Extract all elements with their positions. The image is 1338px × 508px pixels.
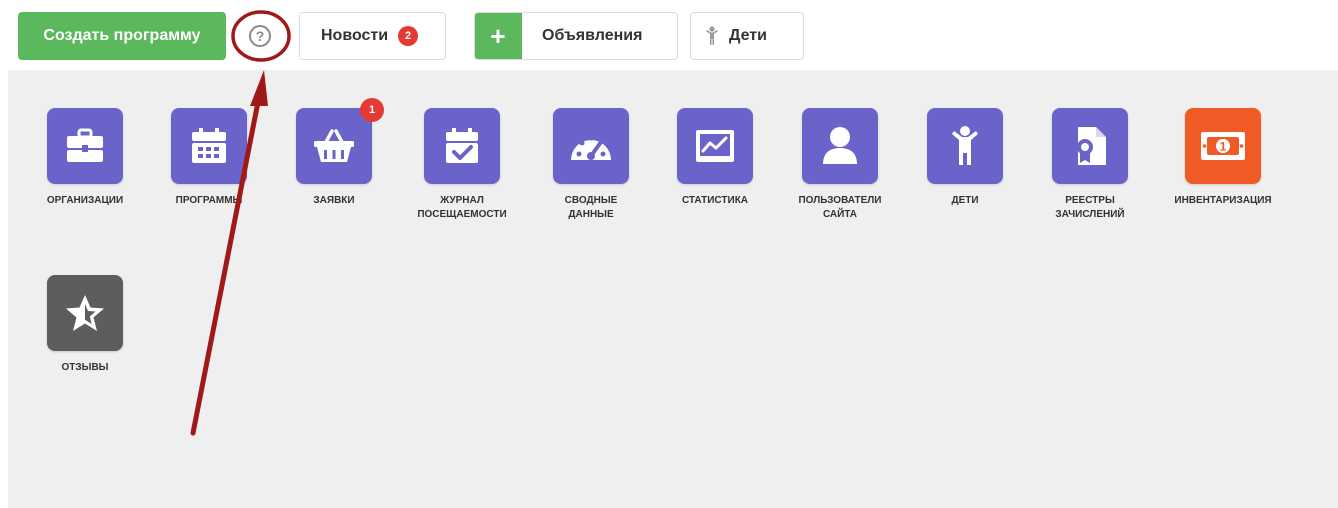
briefcase-icon xyxy=(67,128,103,162)
tile-label: Пользователи сайта xyxy=(798,195,882,220)
tile-applications[interactable]: 1 Заявки xyxy=(274,98,394,208)
create-program-button[interactable]: Создать программу xyxy=(18,12,226,60)
help-button[interactable]: ? xyxy=(234,12,286,60)
tile-site-users[interactable]: Пользователи сайта xyxy=(780,108,900,222)
gauge-icon xyxy=(571,135,611,160)
news-button[interactable]: Новости 2 xyxy=(299,12,446,60)
bill-digit: 1 xyxy=(1220,140,1227,154)
child-icon xyxy=(706,26,718,45)
tile-statistics[interactable]: Статистика xyxy=(655,108,775,208)
tile-label: Заявки xyxy=(313,195,355,206)
plus-icon[interactable]: + xyxy=(475,13,522,59)
tile-label: Инвентаризация xyxy=(1174,195,1272,206)
tile-label: Программы xyxy=(175,195,243,206)
ads-label: Объявления xyxy=(542,27,643,44)
question-icon: ? xyxy=(249,25,271,47)
certificate-icon xyxy=(1077,127,1106,165)
tile-attendance-journal[interactable]: Журнал посещаемости xyxy=(402,108,522,222)
tile-enrollment-registers[interactable]: Реестры зачислений xyxy=(1030,108,1150,222)
basket-icon xyxy=(314,129,354,162)
tile-organizations[interactable]: Организации xyxy=(25,108,145,208)
tile-inventory[interactable]: 1 Инвентаризация xyxy=(1163,108,1283,208)
tile-label: Сводные данные xyxy=(564,195,618,220)
star-icon xyxy=(66,295,104,331)
ads-button[interactable]: + Объявления xyxy=(474,12,678,60)
user-icon xyxy=(823,127,857,164)
tile-programs[interactable]: Программы xyxy=(149,108,269,208)
tile-summary-data[interactable]: Сводные данные xyxy=(531,108,651,222)
money-bill-icon: 1 xyxy=(1201,132,1245,160)
news-count-badge: 2 xyxy=(398,26,419,46)
news-label: Новости xyxy=(321,27,389,44)
top-toolbar: Создать программу ? Новости 2 + Объявлен… xyxy=(0,0,1338,70)
tile-label: Дети xyxy=(951,195,979,206)
calendar-icon xyxy=(192,128,226,163)
create-program-label: Создать программу xyxy=(43,27,201,44)
tile-label: Отзывы xyxy=(61,362,109,373)
tile-reviews[interactable]: Отзывы xyxy=(25,275,145,375)
kids-label: Дети xyxy=(729,27,767,44)
kids-button[interactable]: Дети xyxy=(690,12,804,60)
line-chart-icon xyxy=(696,130,734,162)
tile-label: Организации xyxy=(46,195,124,206)
tile-label: Реестры зачислений xyxy=(1055,195,1125,220)
tile-label: Статистика xyxy=(681,195,749,206)
tile-label: Журнал посещаемости xyxy=(417,195,507,220)
applications-count-badge: 1 xyxy=(360,98,384,122)
tile-children[interactable]: Дети xyxy=(905,108,1025,208)
calendar-check-icon xyxy=(446,128,478,163)
child-icon xyxy=(952,126,978,165)
